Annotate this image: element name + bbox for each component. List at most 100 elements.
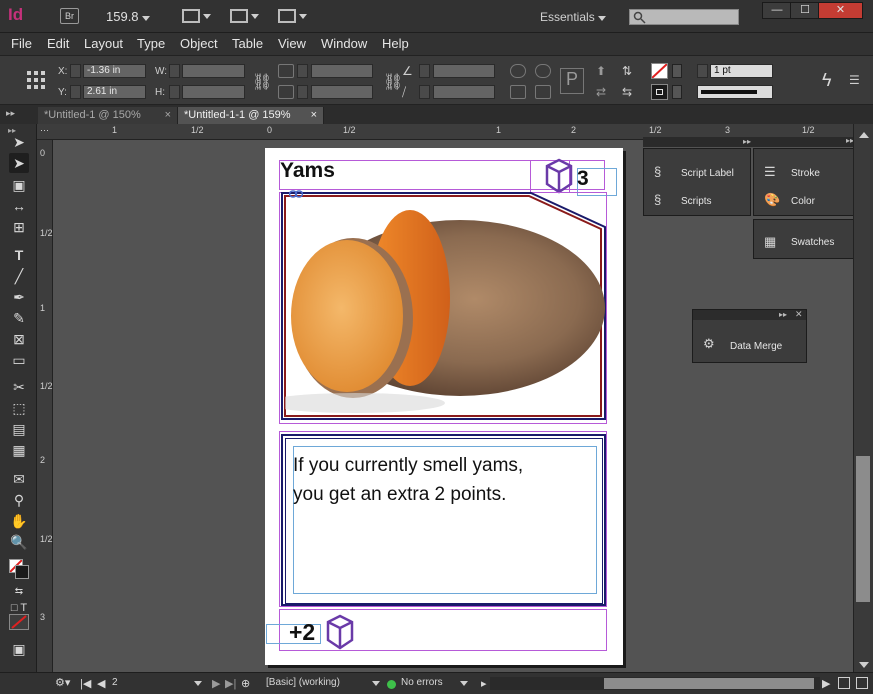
scale-x-icon[interactable]: [278, 64, 294, 78]
zoom-level[interactable]: 159.8: [106, 9, 151, 24]
pencil-tool-icon[interactable]: ✎: [9, 308, 29, 328]
status-menu-icon[interactable]: ⚙▾: [55, 676, 70, 689]
stroke-type-dropdown[interactable]: [697, 85, 773, 99]
menu-type[interactable]: Type: [137, 36, 165, 51]
shear-stepper[interactable]: [419, 85, 430, 99]
y-stepper[interactable]: [70, 85, 81, 99]
zoom-tool-icon[interactable]: 🔍: [9, 532, 29, 552]
h-field[interactable]: [182, 85, 245, 99]
chevron-down-icon[interactable]: [194, 681, 202, 686]
select-container-icon[interactable]: ⬆: [596, 64, 606, 78]
type-tool-icon[interactable]: T: [9, 245, 29, 265]
previous-page-icon[interactable]: ◀: [97, 677, 105, 690]
gap-tool-icon[interactable]: ↔: [9, 196, 29, 216]
panel-script-label[interactable]: Script Label: [681, 168, 734, 179]
constrain-scale-icon[interactable]: ⛓: [383, 72, 403, 92]
fill-menu-button[interactable]: [672, 64, 682, 78]
scroll-right-icon[interactable]: ▶: [822, 677, 830, 690]
rotate-ccw-icon[interactable]: [535, 64, 551, 78]
w-field[interactable]: [182, 64, 245, 78]
chevron-down-icon[interactable]: [372, 681, 380, 686]
document-page[interactable]: Yams 3 If you currently smell yams, you …: [265, 148, 623, 665]
stroke-weight-field[interactable]: 1 pt: [710, 64, 773, 78]
free-transform-tool-icon[interactable]: ⬚: [9, 398, 29, 418]
flip-horizontal-icon[interactable]: [510, 85, 526, 99]
panel-data-merge[interactable]: Data Merge: [730, 341, 782, 352]
gradient-swatch-tool-icon[interactable]: ▤: [9, 419, 29, 439]
scroll-down-icon[interactable]: [859, 662, 869, 668]
last-page-icon[interactable]: ▶|: [225, 677, 236, 690]
chevron-down-icon[interactable]: [460, 681, 468, 686]
master-style-dropdown[interactable]: [Basic] (working): [266, 677, 340, 688]
eyedropper-tool-icon[interactable]: ⚲: [9, 490, 29, 510]
apply-none-icon[interactable]: [9, 614, 29, 630]
open-page-icon[interactable]: ⊕: [241, 677, 250, 690]
minimize-button[interactable]: —: [762, 2, 792, 19]
hand-tool-icon[interactable]: ✋: [9, 511, 29, 531]
y-field[interactable]: 2.61 in: [83, 85, 146, 99]
h-stepper[interactable]: [169, 85, 180, 99]
restore-button[interactable]: ☐: [790, 2, 820, 19]
panel-dock-header[interactable]: ▸▸ ▸▸ ✕: [643, 135, 868, 147]
page-tool-icon[interactable]: ▣: [9, 175, 29, 195]
rotate-field[interactable]: [433, 64, 495, 78]
x-stepper[interactable]: [70, 64, 81, 78]
h-scroll-thumb[interactable]: [604, 678, 814, 689]
selection-tool-icon[interactable]: ➤: [9, 132, 29, 152]
menu-file[interactable]: File: [11, 36, 32, 51]
close-tab-icon[interactable]: ×: [311, 109, 317, 121]
menu-table[interactable]: Table: [232, 36, 263, 51]
page-number-field[interactable]: 2: [112, 677, 118, 688]
panel-scripts[interactable]: Scripts: [681, 196, 712, 207]
menu-view[interactable]: View: [278, 36, 306, 51]
scale-y-field[interactable]: [311, 85, 373, 99]
preflight-status[interactable]: No errors: [401, 677, 443, 688]
preflight-menu-icon[interactable]: ▸: [481, 677, 487, 690]
view-options-icon[interactable]: [182, 9, 200, 23]
menu-layout[interactable]: Layout: [84, 36, 123, 51]
panel-close-icon[interactable]: ✕: [795, 309, 803, 320]
w-stepper[interactable]: [169, 64, 180, 78]
panel-collapse-icon[interactable]: ▸▸: [779, 310, 787, 319]
rectangle-frame-tool-icon[interactable]: ⊠: [9, 329, 29, 349]
x-field[interactable]: -1.36 in: [83, 64, 146, 78]
screen-mode-tool-icon[interactable]: ▣: [9, 639, 29, 659]
rotate-cw-icon[interactable]: [510, 64, 526, 78]
stroke-swatch[interactable]: [651, 84, 668, 100]
content-collector-icon[interactable]: ⊞: [9, 217, 29, 237]
fill-none-swatch[interactable]: [651, 63, 668, 79]
panel-swatches[interactable]: Swatches: [791, 237, 834, 248]
first-page-icon[interactable]: |◀: [80, 677, 91, 690]
vertical-scrollbar[interactable]: [853, 124, 873, 672]
resize-grip-icon[interactable]: [838, 677, 850, 689]
reference-point-icon[interactable]: [26, 70, 46, 90]
select-next-icon[interactable]: ⇆: [622, 85, 632, 99]
line-tool-icon[interactable]: ╱: [9, 266, 29, 286]
scroll-thumb[interactable]: [856, 456, 870, 602]
scale-x-field[interactable]: [311, 64, 373, 78]
panel-color[interactable]: Color: [791, 196, 815, 207]
tab-untitled-1[interactable]: *Untitled-1 @ 150% ×: [38, 107, 178, 124]
panel-stroke[interactable]: Stroke: [791, 168, 820, 179]
close-button[interactable]: ✕: [818, 2, 863, 19]
stroke-swatch-icon[interactable]: [15, 565, 29, 579]
scroll-up-icon[interactable]: [859, 132, 869, 138]
menu-help[interactable]: Help: [382, 36, 409, 51]
menu-edit[interactable]: Edit: [47, 36, 69, 51]
panel-header[interactable]: ▸▸ ✕: [693, 309, 806, 320]
panel-menu-icon[interactable]: ☰: [849, 73, 860, 87]
rotate-stepper[interactable]: [419, 64, 430, 78]
scale-x-stepper[interactable]: [297, 64, 308, 78]
scale-y-icon[interactable]: [278, 85, 294, 99]
select-previous-icon[interactable]: ⇄: [596, 85, 606, 99]
screen-mode-icon[interactable]: [230, 9, 248, 23]
menu-window[interactable]: Window: [321, 36, 367, 51]
scissors-tool-icon[interactable]: ✂: [9, 377, 29, 397]
shear-field[interactable]: [433, 85, 495, 99]
pen-tool-icon[interactable]: ✒: [9, 287, 29, 307]
menu-object[interactable]: Object: [180, 36, 218, 51]
select-content-icon[interactable]: ⇅: [622, 64, 632, 78]
dock-collapse-icon[interactable]: ▸▸: [743, 137, 751, 146]
scale-y-stepper[interactable]: [297, 85, 308, 99]
search-input[interactable]: [629, 9, 739, 25]
